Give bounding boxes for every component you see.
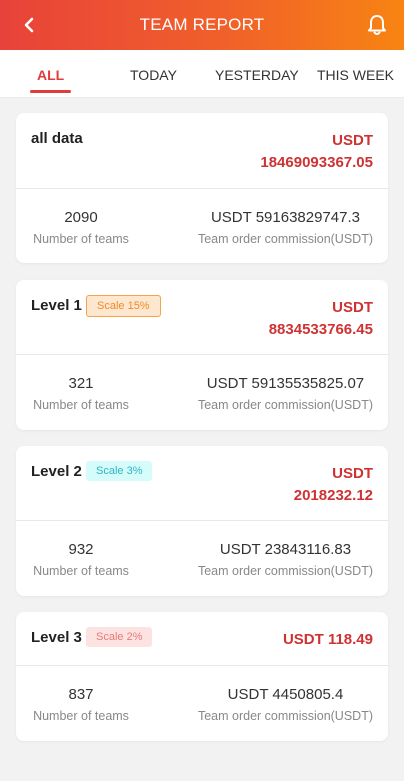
teams-count: 2090 [64,209,98,226]
active-tab-indicator [30,90,71,93]
scale-badge: Scale 15% [86,295,161,317]
tab-this-week[interactable]: THIS WEEK [317,67,394,83]
commission-label: Team order commission(USDT) [197,232,373,246]
card-title: all data [31,130,83,147]
amount-value: USDT 118.49 [282,631,373,648]
scale-badge: Scale 3% [86,461,153,481]
teams-label: Number of teams [33,709,129,723]
teams-count: 837 [68,686,94,703]
app-header: TEAM REPORT [0,0,404,50]
summary-card-level-1: Level 1 Scale 15% USDT 8834533766.45 321… [16,280,388,430]
card-title: Level 2 [31,463,82,480]
commission-value: USDT 23843116.83 [219,541,352,558]
tab-all[interactable]: ALL [37,67,64,83]
scale-badge: Scale 2% [86,627,153,647]
total-amount: USDT 18469093367.05 [260,130,373,174]
card-stats: 837 Number of teams USDT 4450805.4 Team … [16,666,388,740]
total-amount: USDT 2018232.12 [294,463,373,507]
teams-label: Number of teams [33,398,129,412]
commission-value: USDT 59135535825.07 [206,375,365,392]
page-title: TEAM REPORT [139,15,265,34]
teams-label: Number of teams [33,564,129,578]
teams-label: Number of teams [33,232,129,246]
bell-icon[interactable] [366,13,388,37]
teams-count: 932 [68,541,94,558]
teams-stat: 2090 Number of teams [16,208,146,246]
commission-label: Team order commission(USDT) [197,709,373,723]
teams-stat: 932 Number of teams [16,540,146,578]
tab-yesterday[interactable]: YESTERDAY [215,67,299,83]
card-title: Level 3 [31,629,82,646]
commission-value: USDT 59163829747.3 [210,209,360,226]
period-tabs: ALL TODAY YESTERDAY THIS WEEK [0,50,404,98]
amount-currency: USDT [332,132,373,149]
commission-value: USDT 4450805.4 [227,686,344,703]
commission-stat: USDT 59163829747.3 Team order commission… [198,208,373,246]
summary-card-all: all data USDT 18469093367.05 2090 Number… [16,113,388,263]
commission-stat: USDT 59135535825.07 Team order commissio… [198,374,373,412]
summary-card-level-3: Level 3 Scale 2% USDT 118.49 837 Number … [16,612,388,741]
teams-stat: 321 Number of teams [16,374,146,412]
amount-currency: USDT [332,299,373,316]
total-amount: USDT 118.49 [283,629,373,651]
amount-value: 2018232.12 [293,487,373,504]
card-stats: 321 Number of teams USDT 59135535825.07 … [16,355,388,429]
commission-label: Team order commission(USDT) [197,564,373,578]
card-stats: 932 Number of teams USDT 23843116.83 Tea… [16,521,388,595]
summary-card-level-2: Level 2 Scale 3% USDT 2018232.12 932 Num… [16,446,388,596]
amount-value: 8834533766.45 [268,321,373,338]
total-amount: USDT 8834533766.45 [269,297,373,341]
amount-currency: USDT [332,465,373,482]
teams-stat: 837 Number of teams [16,685,146,723]
card-stats: 2090 Number of teams USDT 59163829747.3 … [16,189,388,263]
teams-count: 321 [68,375,94,392]
commission-label: Team order commission(USDT) [197,398,373,412]
amount-value: 18469093367.05 [260,154,373,171]
commission-stat: USDT 23843116.83 Team order commission(U… [198,540,373,578]
card-title: Level 1 [31,297,82,314]
commission-stat: USDT 4450805.4 Team order commission(USD… [198,685,373,723]
tab-today[interactable]: TODAY [130,67,177,83]
